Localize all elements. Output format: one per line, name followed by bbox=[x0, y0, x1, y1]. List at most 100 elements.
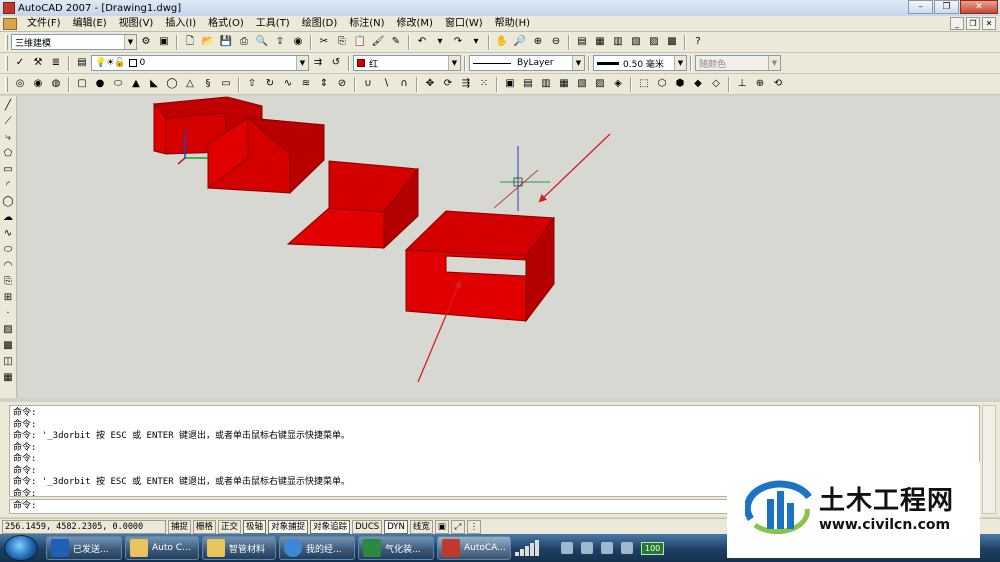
menu-format[interactable]: 格式(O) bbox=[202, 16, 250, 32]
view-front-icon[interactable]: ▧ bbox=[574, 76, 590, 92]
cone-icon[interactable]: ▲ bbox=[128, 76, 144, 92]
rectangle-icon[interactable]: ▭ bbox=[1, 163, 15, 178]
3d-wireframe-icon[interactable]: ⬡ bbox=[654, 76, 670, 92]
autocad-app-icon[interactable] bbox=[3, 2, 15, 14]
publish-icon[interactable]: ⇪ bbox=[272, 34, 288, 50]
start-button[interactable] bbox=[4, 535, 38, 561]
revision-cloud-icon[interactable]: ☁ bbox=[1, 211, 15, 226]
grid-toggle[interactable]: 栅格 bbox=[193, 519, 217, 534]
3d-hidden-icon[interactable]: ⬢ bbox=[672, 76, 688, 92]
save-icon[interactable]: 💾 bbox=[218, 34, 234, 50]
polyline-icon[interactable]: ⤷ bbox=[1, 131, 15, 146]
loft-icon[interactable]: ≋ bbox=[298, 76, 314, 92]
ellipse-arc-icon[interactable]: ◠ bbox=[1, 259, 15, 274]
menu-draw[interactable]: 绘图(D) bbox=[296, 16, 344, 32]
helix-icon[interactable]: § bbox=[200, 76, 216, 92]
view-top-icon[interactable]: ▣ bbox=[502, 76, 518, 92]
workspace-dropdown[interactable]: 三维建模 ▼ bbox=[11, 34, 137, 50]
menu-file[interactable]: 文件(F) bbox=[21, 16, 67, 32]
toolbar-grip[interactable] bbox=[5, 76, 8, 92]
color-dropdown[interactable]: 红 ▼ bbox=[353, 55, 461, 71]
free-orbit-icon[interactable]: ◉ bbox=[30, 76, 46, 92]
presspull-icon[interactable]: ⇕ bbox=[316, 76, 332, 92]
dyn-toggle[interactable]: DYN bbox=[384, 519, 408, 534]
redo-icon[interactable]: ↷ bbox=[450, 34, 466, 50]
line-icon[interactable]: ╱ bbox=[1, 99, 15, 114]
pan-realtime-icon[interactable]: ✋ bbox=[494, 34, 510, 50]
3d-dwf-icon[interactable]: ◉ bbox=[290, 34, 306, 50]
toolbar-grip[interactable] bbox=[5, 34, 8, 50]
command-scrollbar[interactable] bbox=[982, 405, 996, 514]
gradient-icon[interactable]: ▩ bbox=[1, 339, 15, 354]
status-menu-icon[interactable]: ⋮ bbox=[466, 519, 481, 534]
taskbar-item-excel[interactable]: 气化装... bbox=[358, 536, 434, 560]
torus-icon[interactable]: ◯ bbox=[164, 76, 180, 92]
ucs-icon[interactable]: ⊥ bbox=[734, 76, 750, 92]
workspace-settings-icon[interactable]: ⚙ bbox=[138, 34, 154, 50]
volume-icon[interactable] bbox=[621, 542, 633, 554]
coordinate-readout[interactable]: 256.1459, 4582.2305, 0.0000 bbox=[2, 519, 166, 534]
layer-previous-icon[interactable]: ↺ bbox=[328, 55, 344, 71]
workspace-save-icon[interactable]: ▣ bbox=[156, 34, 172, 50]
revolve-icon[interactable]: ↻ bbox=[262, 76, 278, 92]
3d-rotate-icon[interactable]: ⟳ bbox=[440, 76, 456, 92]
sweep-icon[interactable]: ∿ bbox=[280, 76, 296, 92]
cut-icon[interactable]: ✂ bbox=[316, 34, 332, 50]
battery-indicator[interactable]: 100 bbox=[641, 541, 665, 555]
extrude-icon[interactable]: ⇧ bbox=[244, 76, 260, 92]
taskbar-item-outlook[interactable]: 已发送... bbox=[46, 536, 122, 560]
help-icon[interactable]: ? bbox=[690, 34, 706, 50]
menu-dimension[interactable]: 标注(N) bbox=[343, 16, 390, 32]
undo-dropdown-icon[interactable]: ▾ bbox=[432, 34, 448, 50]
otrack-toggle[interactable]: 对象追踪 bbox=[310, 519, 351, 534]
design-center-icon[interactable]: ▦ bbox=[592, 34, 608, 50]
zoom-previous-icon[interactable]: ⊖ bbox=[548, 34, 564, 50]
tool-palettes-icon[interactable]: ▥ bbox=[610, 34, 626, 50]
layer-tool-icon[interactable]: ⚒ bbox=[30, 55, 46, 71]
construction-line-icon[interactable]: ⟋ bbox=[1, 115, 15, 130]
layer-stack-icon[interactable]: ▤ bbox=[74, 55, 90, 71]
zoom-realtime-icon[interactable]: 🔎 bbox=[512, 34, 528, 50]
close-button[interactable]: ✕ bbox=[960, 0, 998, 14]
markup-set-icon[interactable]: ▨ bbox=[646, 34, 662, 50]
doc-minimize-button[interactable]: _ bbox=[950, 17, 964, 30]
realistic-visual-style-icon[interactable]: ◆ bbox=[690, 76, 706, 92]
table-icon[interactable]: ▦ bbox=[1, 371, 15, 386]
toolbar-grip[interactable] bbox=[5, 55, 8, 71]
circle-icon[interactable]: ◯ bbox=[1, 195, 15, 210]
taskbar-item-autocad-folder[interactable]: Auto C... bbox=[125, 536, 199, 560]
model-paper-icon[interactable]: ▣ bbox=[434, 519, 449, 534]
view-sw-iso-icon[interactable]: ◈ bbox=[610, 76, 626, 92]
linetype-dropdown[interactable]: ByLayer ▼ bbox=[469, 55, 585, 71]
arc-icon[interactable]: ◜ bbox=[1, 179, 15, 194]
new-file-icon[interactable]: 🗋 bbox=[182, 34, 198, 50]
osnap-toggle[interactable]: 对象捕捉 bbox=[268, 519, 309, 534]
ducs-toggle[interactable]: DUCS bbox=[352, 519, 383, 534]
redo-dropdown-icon[interactable]: ▾ bbox=[468, 34, 484, 50]
ellipse-icon[interactable]: ⬭ bbox=[1, 243, 15, 258]
insert-block-icon[interactable]: ⎘ bbox=[1, 275, 15, 290]
polar-toggle[interactable]: 极轴 bbox=[243, 519, 267, 534]
sphere-icon[interactable]: ● bbox=[92, 76, 108, 92]
sheet-set-icon[interactable]: ▧ bbox=[628, 34, 644, 50]
undo-icon[interactable]: ↶ bbox=[414, 34, 430, 50]
orbit-icon[interactable]: ◎ bbox=[12, 76, 28, 92]
subtract-icon[interactable]: ∖ bbox=[378, 76, 394, 92]
match-properties-icon[interactable]: 🖌 bbox=[370, 34, 386, 50]
polygon-icon[interactable]: ⬠ bbox=[1, 147, 15, 162]
lineweight-toggle[interactable]: 线宽 bbox=[409, 519, 433, 534]
taskbar-item-browser[interactable]: 我的经... bbox=[279, 536, 355, 560]
menu-view[interactable]: 视图(V) bbox=[113, 16, 160, 32]
ortho-toggle[interactable]: 正交 bbox=[218, 519, 242, 534]
menu-insert[interactable]: 插入(I) bbox=[159, 16, 202, 32]
layer-state-icon[interactable]: ✓ bbox=[12, 55, 28, 71]
menu-modify[interactable]: 修改(M) bbox=[391, 16, 439, 32]
doc-close-button[interactable]: ✕ bbox=[982, 17, 996, 30]
slice-icon[interactable]: ⊘ bbox=[334, 76, 350, 92]
keyboard-icon[interactable] bbox=[561, 542, 573, 554]
conceptual-visual-style-icon[interactable]: ◇ bbox=[708, 76, 724, 92]
ucs-previous-icon[interactable]: ⟲ bbox=[770, 76, 786, 92]
3d-move-icon[interactable]: ✥ bbox=[422, 76, 438, 92]
lineweight-dropdown[interactable]: 0.50 毫米 ▼ bbox=[593, 55, 687, 71]
pyramid-icon[interactable]: △ bbox=[182, 76, 198, 92]
